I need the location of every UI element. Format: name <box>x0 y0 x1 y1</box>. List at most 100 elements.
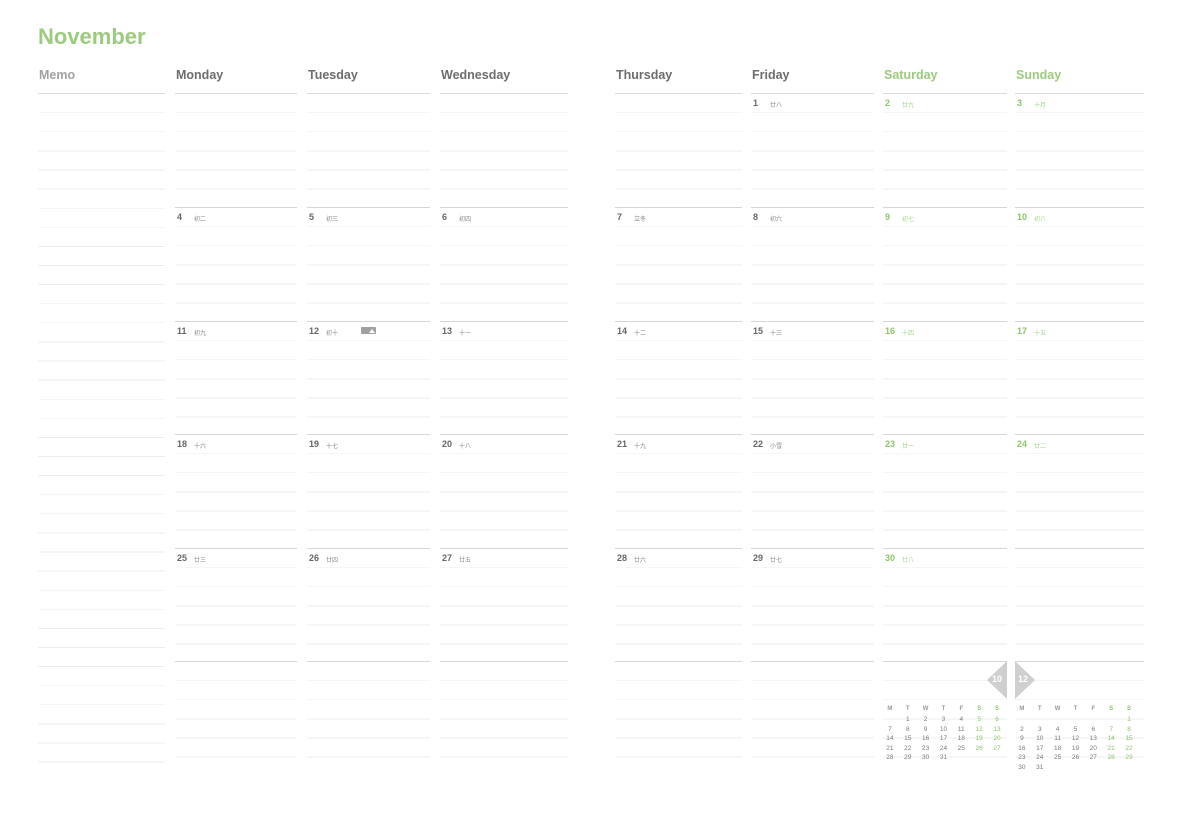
mini-day[interactable]: 14 <box>1102 734 1120 744</box>
day-cell[interactable]: 3 十月 <box>1015 94 1144 208</box>
day-cell[interactable]: 13 十一 <box>440 320 568 435</box>
mini-day[interactable]: 8 <box>899 725 917 735</box>
mini-day[interactable]: 15 <box>899 734 917 744</box>
mini-day[interactable]: 31 <box>935 753 953 763</box>
day-cell[interactable] <box>307 661 430 775</box>
mini-day[interactable]: 25 <box>952 744 970 754</box>
prev-month-button[interactable]: 10 <box>987 661 1007 699</box>
mini-day[interactable]: 18 <box>952 734 970 744</box>
mini-day[interactable]: 27 <box>988 744 1006 754</box>
mini-day[interactable]: 27 <box>1084 753 1102 763</box>
mini-day[interactable]: 1 <box>899 715 917 725</box>
mini-day[interactable]: 9 <box>1013 734 1031 744</box>
day-cell[interactable]: 28 廿六 <box>615 547 742 661</box>
mini-day[interactable]: 4 <box>952 715 970 725</box>
mini-day[interactable]: 26 <box>1067 753 1085 763</box>
photo-icon[interactable] <box>361 326 376 334</box>
mini-day[interactable]: 11 <box>1049 734 1067 744</box>
mini-day[interactable]: 12 <box>970 725 988 735</box>
mini-day[interactable]: 31 <box>1031 763 1049 773</box>
day-cell[interactable]: 6 初四 <box>440 207 568 321</box>
mini-day[interactable]: 8 <box>1120 725 1138 735</box>
mini-day[interactable]: 2 <box>1013 725 1031 735</box>
day-cell[interactable] <box>615 661 742 775</box>
day-cell[interactable]: 29 廿七 <box>751 547 874 661</box>
mini-day[interactable]: 3 <box>935 715 953 725</box>
day-cell[interactable]: 10 初八 <box>1015 207 1144 321</box>
mini-day[interactable]: 10 <box>935 725 953 735</box>
mini-day[interactable]: 20 <box>1084 744 1102 754</box>
day-cell[interactable] <box>615 94 742 208</box>
mini-day[interactable]: 22 <box>1120 744 1138 754</box>
day-cell[interactable] <box>440 661 568 775</box>
mini-day[interactable]: 29 <box>1120 753 1138 763</box>
mini-day[interactable]: 30 <box>917 753 935 763</box>
mini-day[interactable]: 19 <box>970 734 988 744</box>
day-cell[interactable]: 12 初十 <box>307 320 430 435</box>
day-cell[interactable]: 17 十五 <box>1015 320 1144 435</box>
mini-day[interactable]: 11 <box>952 725 970 735</box>
mini-day[interactable]: 28 <box>881 753 899 763</box>
mini-day[interactable]: 14 <box>881 734 899 744</box>
day-cell[interactable] <box>307 94 430 208</box>
mini-day[interactable]: 23 <box>1013 753 1031 763</box>
day-cell[interactable] <box>440 94 568 208</box>
mini-day[interactable]: 6 <box>1084 725 1102 735</box>
day-cell[interactable]: 27 廿五 <box>440 547 568 661</box>
day-cell[interactable] <box>175 661 297 775</box>
mini-day[interactable]: 21 <box>881 744 899 754</box>
mini-day[interactable]: 19 <box>1067 744 1085 754</box>
mini-day[interactable]: 18 <box>1049 744 1067 754</box>
mini-day[interactable]: 4 <box>1049 725 1067 735</box>
mini-day[interactable]: 10 <box>1031 734 1049 744</box>
mini-day[interactable]: 21 <box>1102 744 1120 754</box>
day-cell[interactable] <box>1015 547 1144 661</box>
day-cell[interactable]: 16 十四 <box>883 320 1007 435</box>
mini-day[interactable]: 25 <box>1049 753 1067 763</box>
mini-day[interactable]: 7 <box>1102 725 1120 735</box>
mini-day[interactable]: 9 <box>917 725 935 735</box>
day-cell[interactable]: 8 初六 <box>751 207 874 321</box>
next-month-button[interactable]: 12 <box>1015 661 1035 699</box>
mini-day[interactable]: 23 <box>917 744 935 754</box>
mini-day[interactable]: 2 <box>917 715 935 725</box>
day-cell[interactable] <box>751 661 874 775</box>
mini-day[interactable]: 15 <box>1120 734 1138 744</box>
mini-day[interactable]: 16 <box>1013 744 1031 754</box>
mini-day[interactable]: 24 <box>1031 753 1049 763</box>
day-cell[interactable]: 5 初三 <box>307 207 430 321</box>
day-cell[interactable]: 11 初九 <box>175 320 297 435</box>
mini-day[interactable]: 29 <box>899 753 917 763</box>
day-cell[interactable]: 4 初二 <box>175 207 297 321</box>
mini-day[interactable]: 7 <box>881 725 899 735</box>
day-cell[interactable]: 21 十九 <box>615 434 742 548</box>
mini-day[interactable]: 5 <box>1067 725 1085 735</box>
day-cell[interactable]: 18 十六 <box>175 434 297 548</box>
day-cell[interactable]: 9 初七 <box>883 207 1007 321</box>
day-cell[interactable]: 30 廿八 <box>883 547 1007 661</box>
mini-day[interactable]: 17 <box>1031 744 1049 754</box>
memo-lines-area[interactable] <box>38 94 165 774</box>
day-cell[interactable] <box>175 94 297 208</box>
mini-day[interactable]: 26 <box>970 744 988 754</box>
mini-day[interactable]: 1 <box>1120 715 1138 725</box>
mini-day[interactable]: 22 <box>899 744 917 754</box>
mini-day[interactable]: 24 <box>935 744 953 754</box>
day-cell[interactable]: 19 十七 <box>307 434 430 548</box>
mini-day[interactable]: 5 <box>970 715 988 725</box>
day-cell[interactable]: 20 十八 <box>440 434 568 548</box>
mini-day[interactable]: 17 <box>935 734 953 744</box>
day-cell[interactable]: 7 立冬 <box>615 207 742 321</box>
mini-day[interactable]: 20 <box>988 734 1006 744</box>
mini-day[interactable]: 13 <box>988 725 1006 735</box>
day-cell[interactable]: 26 廿四 <box>307 547 430 661</box>
day-cell[interactable]: 24 廿二 <box>1015 434 1144 548</box>
day-cell[interactable]: 15 十三 <box>751 320 874 435</box>
day-cell[interactable]: 25 廿三 <box>175 547 297 661</box>
day-cell[interactable]: 2 廿九 <box>883 94 1007 208</box>
day-cell[interactable]: 22 小雪 <box>751 434 874 548</box>
mini-day[interactable]: 30 <box>1013 763 1031 773</box>
day-cell[interactable]: 23 廿一 <box>883 434 1007 548</box>
mini-day[interactable]: 28 <box>1102 753 1120 763</box>
mini-day[interactable]: 16 <box>917 734 935 744</box>
